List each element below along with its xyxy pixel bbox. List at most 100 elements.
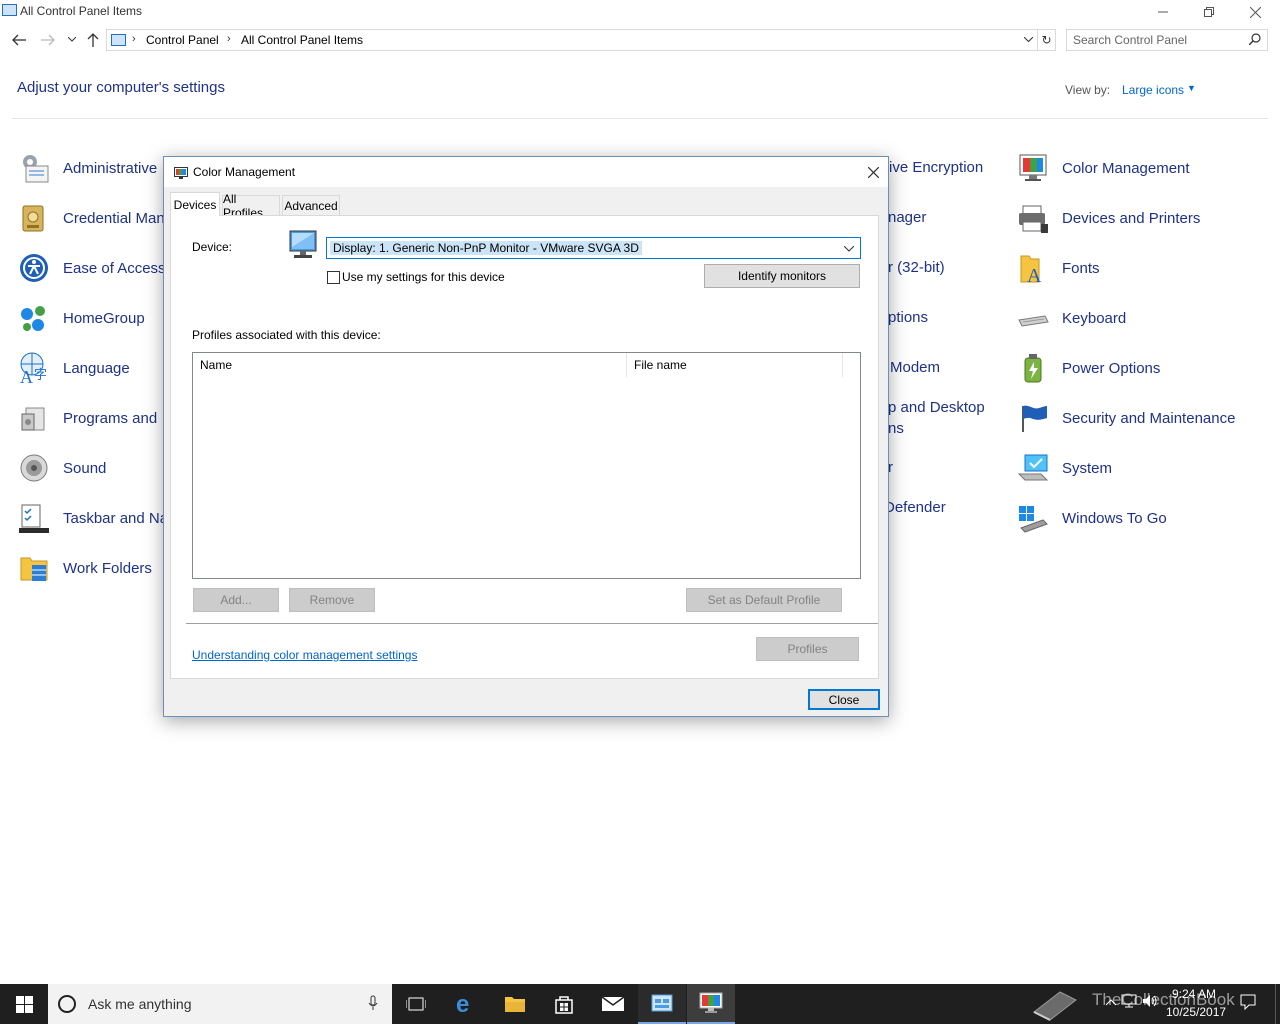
store-icon	[555, 996, 573, 1014]
cp-item-homegroup[interactable]: HomeGroup	[18, 302, 145, 334]
network-icon[interactable]	[1121, 994, 1137, 1011]
cp-item-credential-manager[interactable]: Credential Man	[18, 202, 165, 234]
cp-item-label: Ease of Access	[63, 259, 166, 277]
store-button[interactable]	[540, 984, 588, 1024]
profiles-associated-label: Profiles associated with this device:	[192, 328, 381, 342]
back-arrow-icon	[12, 34, 26, 46]
cp-item-flash-player-partial[interactable]: r (32-bit)	[888, 259, 945, 276]
microphone-icon[interactable]	[368, 995, 378, 1014]
remove-profile-button[interactable]: Remove	[289, 588, 375, 612]
cp-item-fonts[interactable]: A Fonts	[1017, 252, 1100, 287]
mail-button[interactable]	[589, 984, 637, 1024]
minimize-button[interactable]	[1140, 0, 1186, 24]
cp-item-taskbar-and-navigation[interactable]: Taskbar and Na	[18, 502, 168, 534]
profiles-button[interactable]: Profiles	[756, 637, 859, 661]
set-default-profile-button[interactable]: Set as Default Profile	[686, 588, 842, 612]
show-desktop-button[interactable]	[1275, 984, 1280, 1024]
cp-item-label: Work Folders	[63, 559, 152, 577]
close-window-button[interactable]	[1232, 0, 1278, 24]
cp-item-internet-options-partial[interactable]: ptions	[888, 309, 928, 326]
page-title: Adjust your computer's settings	[17, 79, 225, 96]
cp-item-programs-and-features[interactable]: Programs and	[18, 402, 157, 434]
cp-item-work-folders[interactable]: Work Folders	[18, 552, 152, 584]
up-button[interactable]	[83, 30, 103, 50]
restore-button[interactable]	[1186, 0, 1232, 24]
clock-time[interactable]: 9:24 AM	[1172, 987, 1216, 1001]
caret-down-icon[interactable]: ▼	[1187, 83, 1196, 93]
svg-text:字: 字	[34, 367, 47, 382]
search-input[interactable]	[1073, 32, 1243, 48]
cp-item-windows-defender-partial[interactable]: Defender	[884, 499, 946, 516]
view-by-label: View by:	[1065, 83, 1111, 97]
action-center-button[interactable]	[1240, 994, 1256, 1013]
control-panel-taskbar-button[interactable]	[638, 984, 686, 1024]
breadcrumb-control-panel[interactable]: Control Panel	[146, 33, 219, 47]
svg-text:A: A	[1027, 265, 1042, 284]
cp-item-power-options[interactable]: Power Options	[1017, 352, 1160, 384]
file-explorer-icon	[505, 997, 525, 1012]
show-hidden-icons-button[interactable]	[1105, 994, 1117, 1009]
close-dialog-button[interactable]: Close	[808, 689, 880, 710]
identify-monitors-button[interactable]: Identify monitors	[704, 264, 860, 288]
understanding-color-management-link[interactable]: Understanding color management settings	[192, 648, 417, 662]
control-panel-icon	[2, 4, 17, 16]
forward-button[interactable]	[38, 30, 58, 50]
dialog-titlebar[interactable]: Color Management	[164, 157, 888, 187]
add-profile-button[interactable]: Add...	[193, 588, 279, 612]
taskbar-search-input[interactable]	[88, 995, 348, 1013]
device-dropdown[interactable]: Display: 1. Generic Non-PnP Monitor - VM…	[326, 237, 861, 259]
cp-item-phone-and-modem-partial[interactable]: Modem	[890, 359, 940, 376]
breadcrumb-separator-icon[interactable]: ›	[132, 33, 136, 45]
tab-all-profiles[interactable]: All Profiles	[222, 192, 280, 220]
tab-advanced[interactable]: Advanced	[282, 195, 340, 215]
cp-item-remoteapp-partial-line2[interactable]: ns	[888, 420, 904, 437]
sound-icon	[18, 452, 50, 484]
dialog-close-button[interactable]	[862, 161, 884, 183]
profiles-list[interactable]: Name File name	[192, 352, 861, 579]
refresh-button[interactable]: ↻	[1038, 29, 1056, 51]
cp-item-keyboard[interactable]: Keyboard	[1017, 302, 1126, 334]
task-view-button[interactable]	[392, 984, 440, 1024]
start-button[interactable]	[0, 984, 48, 1024]
breadcrumb-all-items[interactable]: All Control Panel Items	[241, 33, 363, 47]
cp-item-remoteapp-partial[interactable]: p and Desktop	[888, 399, 985, 416]
cp-item-windows-to-go[interactable]: Windows To Go	[1017, 502, 1167, 534]
cp-item-system[interactable]: System	[1017, 452, 1112, 484]
cp-item-device-manager-partial[interactable]: nager	[888, 209, 926, 226]
device-label: Device:	[192, 240, 233, 254]
tab-devices[interactable]: Devices	[170, 192, 220, 216]
back-button[interactable]	[9, 30, 29, 50]
color-management-taskbar-button[interactable]	[687, 984, 735, 1024]
search-icon[interactable]	[1248, 33, 1261, 48]
cp-item-devices-and-printers[interactable]: Devices and Printers	[1017, 202, 1200, 234]
cp-item-security-and-maintenance[interactable]: Security and Maintenance	[1017, 402, 1235, 434]
cp-item-ease-of-access[interactable]: Ease of Access	[18, 252, 166, 284]
file-explorer-button[interactable]	[491, 984, 539, 1024]
power-options-icon	[1017, 352, 1049, 384]
use-my-settings-checkbox[interactable]	[327, 271, 340, 284]
address-bar[interactable]: › Control Panel › All Control Panel Item…	[106, 29, 1038, 51]
breadcrumb-separator-icon[interactable]: ›	[227, 33, 231, 45]
address-dropdown-icon[interactable]	[1023, 32, 1034, 46]
clock-date[interactable]: 10/25/2017	[1166, 1005, 1226, 1019]
cp-item-bitlocker-partial[interactable]: rive Encryption	[884, 159, 983, 176]
search-box[interactable]	[1066, 29, 1268, 51]
svg-text:e: e	[456, 993, 469, 1015]
cp-item-label: Taskbar and Na	[63, 509, 169, 527]
cp-item-label: Sound	[63, 459, 107, 477]
cp-item-language[interactable]: A字 Language	[18, 352, 130, 387]
column-header-file-name[interactable]: File name	[627, 353, 843, 377]
color-management-icon	[1017, 152, 1049, 184]
recent-locations-button[interactable]	[62, 30, 82, 50]
volume-icon[interactable]	[1142, 994, 1158, 1011]
cp-item-administrative-tools[interactable]: Administrative	[18, 152, 157, 184]
window-title: All Control Panel Items	[20, 4, 143, 18]
use-my-settings-label[interactable]: Use my settings for this device	[342, 270, 505, 284]
view-by-dropdown[interactable]: Large icons	[1122, 83, 1184, 97]
edge-button[interactable]: e	[442, 984, 490, 1024]
cp-item-color-management[interactable]: Color Management	[1017, 152, 1190, 184]
cp-item-sound[interactable]: Sound	[18, 452, 106, 484]
chevron-down-icon[interactable]	[843, 241, 855, 255]
cortana-search-box[interactable]	[48, 984, 392, 1024]
column-header-name[interactable]: Name	[193, 353, 627, 377]
